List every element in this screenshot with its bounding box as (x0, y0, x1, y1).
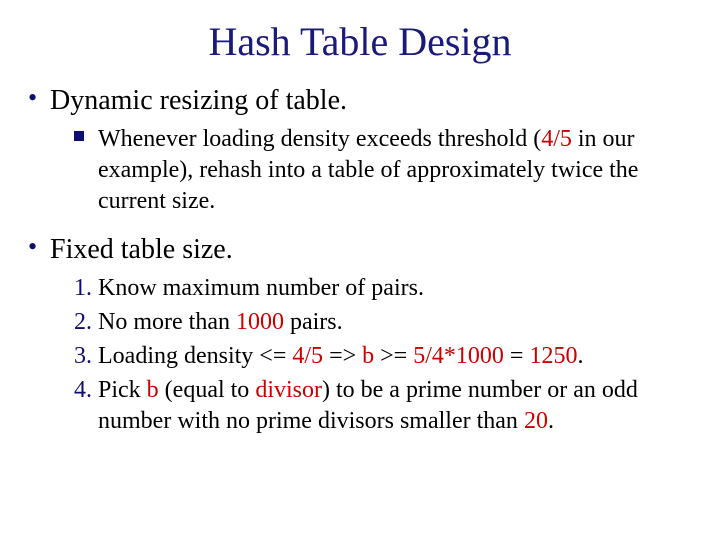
bullet-dot-icon: • (28, 234, 37, 260)
body-text: . (548, 408, 554, 434)
body-text: = (504, 343, 530, 369)
slide-body: • Dynamic resizing of table. Whenever load… (28, 83, 692, 438)
list-number: 4. (74, 375, 92, 406)
numbered-item: 2.No more than 1000 pairs. (74, 307, 692, 338)
highlight-text: divisor (255, 377, 322, 403)
body-text: Pick (98, 377, 147, 403)
body-text: pairs. (284, 309, 343, 335)
body-text: No more than (98, 309, 236, 335)
body-text: (equal to (159, 377, 256, 403)
slide-title: Hash Table Design (28, 18, 692, 65)
numbered-item: 3.Loading density <= 4/5 => b >= 5/4*100… (74, 341, 692, 372)
bullet-level-2: Whenever loading density exceeds thresho… (74, 124, 692, 218)
numbered-item: 4.Pick b (equal to divisor) to be a prim… (74, 375, 692, 437)
highlight-text: b (362, 343, 374, 369)
highlight-text: 20 (524, 408, 548, 434)
list-number: 1. (74, 273, 92, 304)
body-text: . (577, 343, 583, 369)
numbered-item: 1.Know maximum number of pairs. (74, 273, 692, 304)
highlight-text: 4/5 (292, 343, 323, 369)
body-text: Loading density <= (98, 343, 292, 369)
highlight-text: 1250 (529, 343, 577, 369)
slide: Hash Table Design • Dynamic resizing of t… (0, 0, 720, 540)
sub-bullet-block: 1.Know maximum number of pairs.2.No more… (74, 273, 692, 438)
list-number: 3. (74, 341, 92, 372)
body-text: >= (374, 343, 413, 369)
bullet-text: Dynamic resizing of table. (50, 85, 347, 116)
bullet-level-1: • Dynamic resizing of table. (28, 83, 692, 118)
sub-bullet-block: Whenever loading density exceeds thresho… (74, 124, 692, 218)
body-text: Know maximum number of pairs. (98, 275, 424, 301)
list-number: 2. (74, 307, 92, 338)
highlight-text: 4/5 (541, 126, 572, 152)
highlight-text: 1000 (236, 309, 284, 335)
highlight-text: b (147, 377, 159, 403)
bullet-dot-icon: • (28, 85, 37, 111)
bullet-level-1: • Fixed table size. (28, 232, 692, 267)
bullet-text: Fixed table size. (50, 234, 233, 265)
body-text: => (323, 343, 362, 369)
square-bullet-icon (74, 131, 84, 141)
body-text: Whenever loading density exceeds thresho… (98, 126, 541, 152)
highlight-text: 5/4*1000 (413, 343, 504, 369)
